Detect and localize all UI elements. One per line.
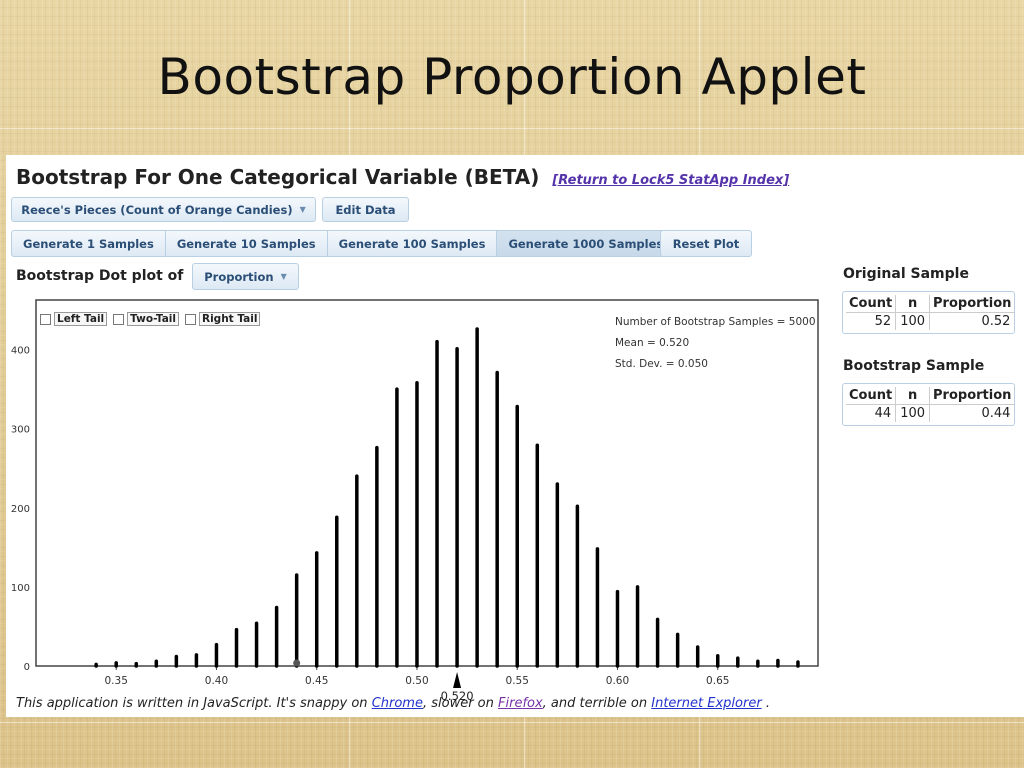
original-proportion: 0.52 bbox=[981, 314, 1011, 329]
footer-prefix: This application is written in JavaScrip… bbox=[16, 696, 368, 711]
chevron-down-icon: ▼ bbox=[299, 205, 306, 214]
right-tail-checkbox[interactable] bbox=[185, 313, 196, 325]
footer-middle: , slower on bbox=[422, 696, 494, 711]
x-tick-label: 0.45 bbox=[305, 675, 328, 687]
internet-explorer-link[interactable]: Internet Explorer bbox=[651, 696, 761, 711]
statistic-dropdown[interactable]: Proportion ▼ bbox=[192, 263, 299, 290]
col-proportion: Proportion bbox=[929, 295, 1015, 313]
two-tail-option[interactable]: Two-Tail bbox=[113, 312, 179, 326]
bootstrap-sample-table: Count n Proportion 44 100 0.44 bbox=[842, 383, 1015, 426]
right-tail-option[interactable]: Right Tail bbox=[185, 312, 261, 326]
chrome-link[interactable]: Chrome bbox=[372, 696, 423, 711]
tail-options: Left Tail Two-Tail Right Tail bbox=[40, 312, 261, 326]
left-tail-checkbox[interactable] bbox=[40, 313, 51, 325]
footer-suffix: . bbox=[765, 696, 770, 711]
col-count: Count bbox=[846, 295, 897, 313]
x-tick-label: 0.35 bbox=[105, 675, 128, 687]
sd-text: Std. Dev. = 0.050 bbox=[615, 358, 708, 370]
x-tick-label: 0.50 bbox=[405, 675, 428, 687]
dataset-label: Reece's Pieces (Count of Orange Candies) bbox=[21, 202, 293, 217]
original-statistic-marker-icon bbox=[453, 672, 462, 688]
bootstrap-stats: Number of Bootstrap Samples = 5000 Mean … bbox=[615, 312, 816, 375]
generate-100-button[interactable]: Generate 100 Samples bbox=[327, 230, 498, 257]
dotplot-label: Bootstrap Dot plot of bbox=[16, 268, 184, 284]
y-tick-label: 100 bbox=[11, 583, 30, 594]
x-tick-label: 0.40 bbox=[205, 675, 228, 687]
app-panel: Bootstrap For One Categorical Variable (… bbox=[6, 155, 1024, 717]
y-tick-label: 0 bbox=[24, 662, 30, 673]
two-tail-label: Two-Tail bbox=[127, 312, 179, 326]
app-heading: Bootstrap For One Categorical Variable (… bbox=[16, 165, 789, 189]
app-title: Bootstrap For One Categorical Variable (… bbox=[16, 165, 540, 189]
edit-data-button[interactable]: Edit Data bbox=[322, 197, 409, 222]
footer-note: This application is written in JavaScrip… bbox=[16, 696, 770, 711]
dataset-dropdown[interactable]: Reece's Pieces (Count of Orange Candies)… bbox=[11, 197, 316, 222]
footer-middle2: , and terrible on bbox=[542, 696, 648, 711]
firefox-link[interactable]: Firefox bbox=[498, 696, 543, 711]
generate-10-button[interactable]: Generate 10 Samples bbox=[165, 230, 328, 257]
col-proportion: Proportion bbox=[929, 387, 1015, 405]
original-count: 52 bbox=[846, 312, 897, 330]
x-tick-label: 0.55 bbox=[506, 675, 529, 687]
original-n: 100 bbox=[895, 312, 931, 330]
tile-seam bbox=[0, 722, 1024, 723]
original-sample-heading: Original Sample bbox=[843, 266, 969, 282]
left-tail-option[interactable]: Left Tail bbox=[40, 312, 108, 326]
bootstrap-n: 100 bbox=[895, 404, 931, 422]
x-tick-label: 0.60 bbox=[606, 675, 629, 687]
x-tick-label: 0.65 bbox=[706, 675, 729, 687]
generate-button-group: Generate 1 Samples Generate 10 Samples G… bbox=[11, 230, 676, 257]
selected-sample-dot bbox=[293, 659, 301, 667]
reset-plot-button[interactable]: Reset Plot bbox=[660, 230, 752, 257]
col-n: n bbox=[895, 387, 931, 405]
statistic-label: Proportion bbox=[204, 269, 274, 284]
y-tick-label: 400 bbox=[11, 346, 30, 357]
sample-count-text: Number of Bootstrap Samples = 5000 bbox=[615, 316, 816, 328]
generate-1-button[interactable]: Generate 1 Samples bbox=[11, 230, 166, 257]
left-tail-label: Left Tail bbox=[54, 312, 108, 326]
bootstrap-sample-heading: Bootstrap Sample bbox=[843, 358, 985, 374]
two-tail-checkbox[interactable] bbox=[113, 313, 125, 325]
bootstrap-proportion: 0.44 bbox=[981, 406, 1011, 421]
bootstrap-count: 44 bbox=[846, 404, 897, 422]
y-tick-label: 200 bbox=[11, 504, 30, 515]
col-count: Count bbox=[846, 387, 897, 405]
chevron-down-icon: ▼ bbox=[280, 272, 287, 281]
generate-1000-button[interactable]: Generate 1000 Samples bbox=[497, 230, 676, 257]
y-tick-label: 300 bbox=[11, 425, 30, 436]
right-tail-label: Right Tail bbox=[199, 312, 261, 326]
col-n: n bbox=[895, 295, 931, 313]
tile-seam bbox=[0, 128, 1024, 129]
original-sample-table: Count n Proportion 52 100 0.52 bbox=[842, 291, 1015, 334]
return-link[interactable]: [Return to Lock5 StatApp Index] bbox=[552, 173, 789, 188]
mean-text: Mean = 0.520 bbox=[615, 337, 690, 349]
slide-title: Bootstrap Proportion Applet bbox=[157, 48, 867, 106]
